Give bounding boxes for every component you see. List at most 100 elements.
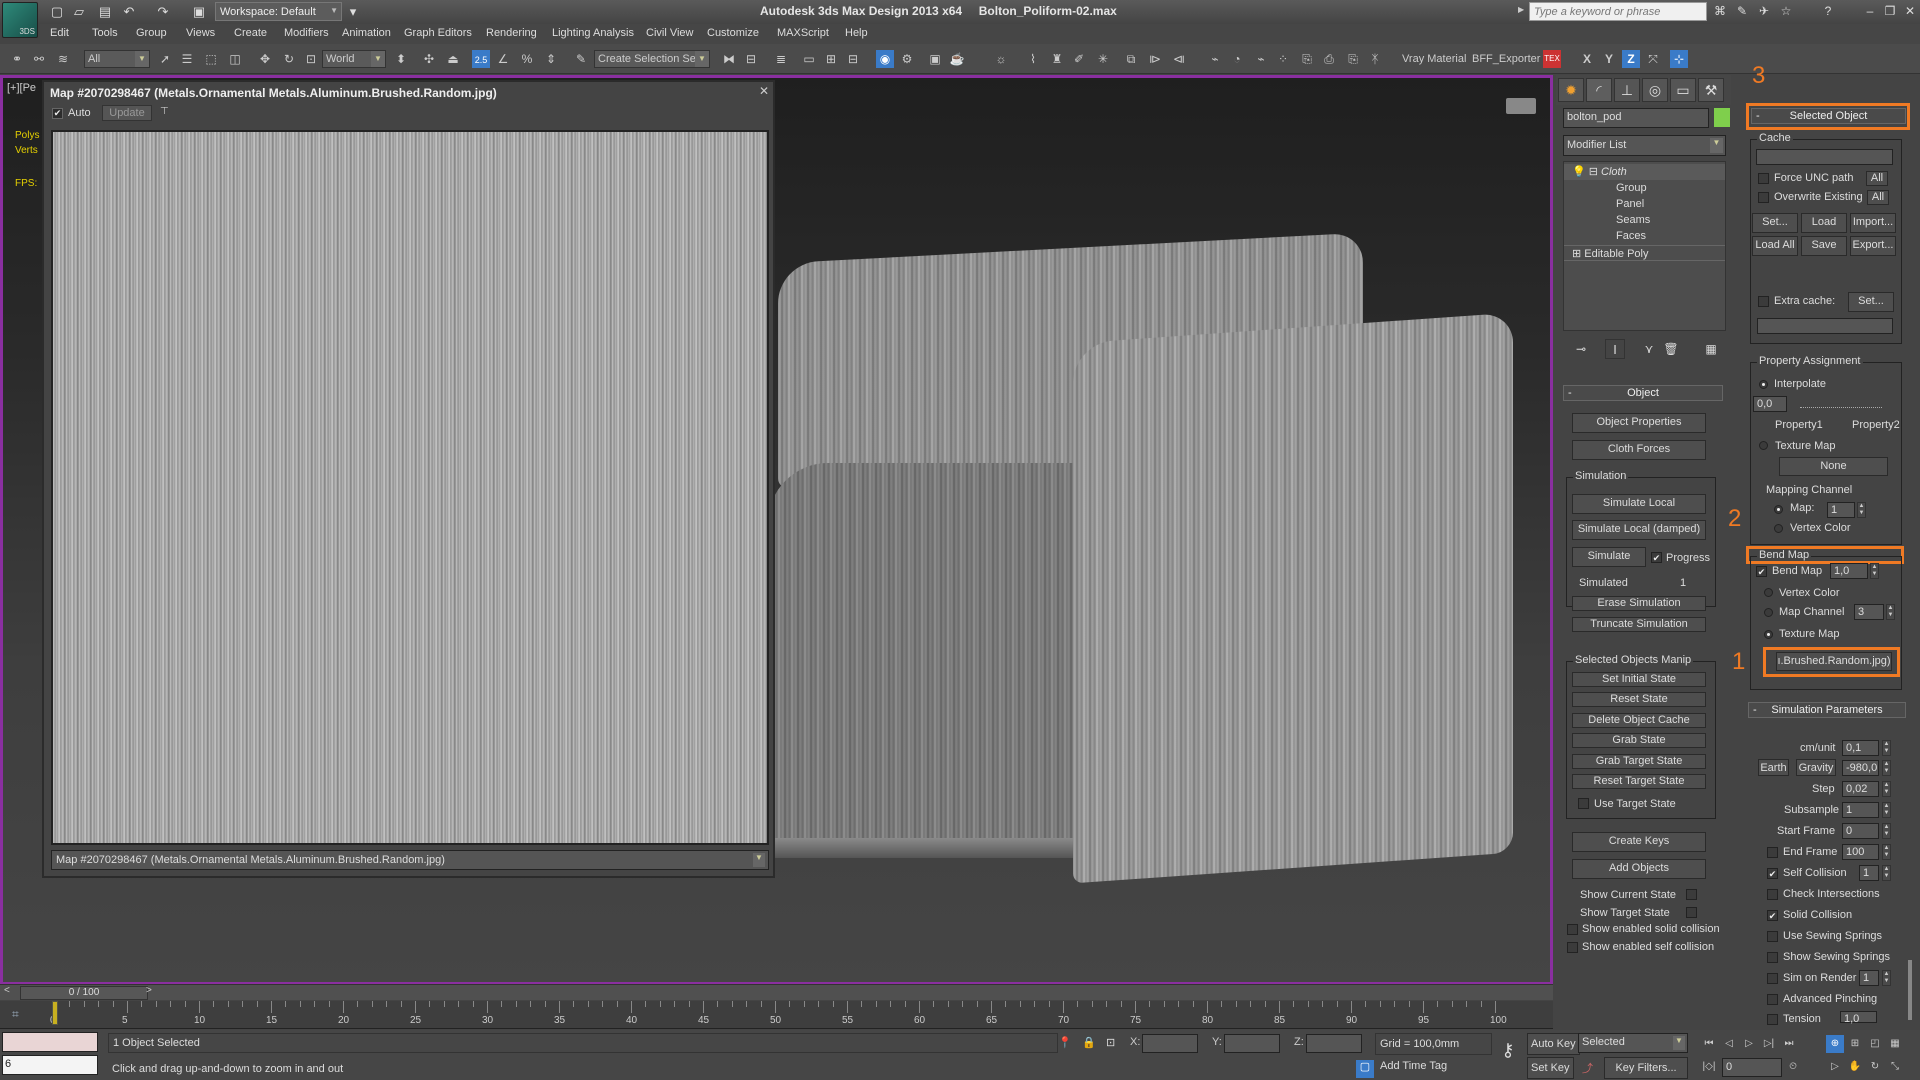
render-setup-icon[interactable]: ⚙: [898, 50, 916, 68]
use-target-state-checkbox[interactable]: [1578, 798, 1589, 809]
binoculars-icon[interactable]: ⌘: [1712, 3, 1728, 19]
maximize-viewport-icon[interactable]: ⤡: [1886, 1058, 1904, 1076]
show-end-result-icon[interactable]: Ⅰ: [1605, 339, 1625, 359]
texture-map-none-button[interactable]: None: [1779, 457, 1888, 476]
utilities-tab-icon[interactable]: ⚒: [1698, 78, 1724, 102]
end-frame-checkbox[interactable]: [1767, 847, 1778, 858]
extra-cache-path-field[interactable]: [1757, 318, 1893, 334]
overwrite-all-button[interactable]: All: [1867, 190, 1889, 205]
menu-create[interactable]: Create: [234, 27, 267, 39]
use-sewing-springs-checkbox[interactable]: [1767, 931, 1778, 942]
map-channel-spinner[interactable]: ▲ ▼: [1857, 502, 1866, 518]
object-name-field[interactable]: bolton_pod: [1563, 108, 1709, 128]
auto-checkbox[interactable]: ✔: [52, 108, 63, 119]
time-slider[interactable]: < 0 / 100 >: [0, 984, 1553, 1000]
set-key-mode-icon[interactable]: ⚷: [1493, 1040, 1523, 1070]
cache-load-all-button[interactable]: Load All: [1752, 236, 1798, 256]
next-frame-icon[interactable]: ⧏: [1170, 50, 1188, 68]
delete-object-cache-button[interactable]: Delete Object Cache: [1572, 713, 1706, 728]
cm-unit-field[interactable]: 0,1: [1842, 740, 1879, 756]
modifier-list-dropdown[interactable]: Modifier List ▼: [1563, 135, 1726, 156]
tension-checkbox[interactable]: [1767, 1014, 1778, 1025]
tex-icon[interactable]: TEX: [1543, 50, 1561, 68]
select-object-icon[interactable]: ➚: [156, 50, 174, 68]
stack-item-group[interactable]: Group: [1564, 180, 1725, 196]
schematic-view-icon[interactable]: ⊟: [844, 50, 862, 68]
coord-system-dropdown[interactable]: World ▼: [322, 50, 386, 68]
close-icon[interactable]: ✕: [759, 84, 769, 98]
viewcube[interactable]: [1506, 98, 1536, 114]
zoom-extents-all-icon[interactable]: ▦: [1886, 1035, 1904, 1053]
time-tag-icon[interactable]: ▢: [1356, 1060, 1374, 1078]
menu-help[interactable]: Help: [845, 27, 868, 39]
window-crossing-icon[interactable]: ◫: [226, 50, 244, 68]
help-icon[interactable]: ?: [1820, 3, 1836, 19]
auto-key-button[interactable]: Auto Key: [1527, 1033, 1580, 1055]
check-intersections-checkbox[interactable]: [1767, 889, 1778, 900]
play-icon[interactable]: ▷: [1740, 1035, 1758, 1053]
cache-export-button[interactable]: Export...: [1850, 236, 1896, 256]
menu-graph-editors[interactable]: Graph Editors: [404, 27, 472, 39]
bend-texture-map-button[interactable]: ı.Brushed.Random.jpg): [1776, 652, 1892, 671]
selection-lock-icon[interactable]: 🔒: [1082, 1036, 1096, 1049]
align-icon[interactable]: ⊟: [742, 50, 760, 68]
viewport-label[interactable]: [+][Pe: [7, 82, 36, 94]
move-icon[interactable]: ✥: [256, 50, 274, 68]
expand-icon[interactable]: ⊞: [1572, 248, 1581, 260]
start-frame-field[interactable]: 0: [1842, 823, 1879, 839]
make-unique-icon[interactable]: ⋎: [1639, 339, 1659, 359]
scale-icon[interactable]: ⊡: [302, 50, 320, 68]
communication-icon[interactable]: ✈: [1756, 3, 1772, 19]
angle-snap-icon[interactable]: ∠: [494, 50, 512, 68]
project-folder-icon[interactable]: ▣: [190, 3, 208, 21]
selected-object-rollout-header[interactable]: - Selected Object: [1751, 108, 1906, 124]
zoom-icon[interactable]: ⊕: [1826, 1035, 1844, 1053]
minimize-icon[interactable]: –: [1862, 3, 1878, 19]
stack-item-panel[interactable]: Panel: [1564, 196, 1725, 212]
texture-map-radio[interactable]: [1759, 441, 1768, 450]
cache-path-field[interactable]: [1756, 149, 1893, 165]
menu-rendering[interactable]: Rendering: [486, 27, 537, 39]
set-initial-state-button[interactable]: Set Initial State: [1572, 672, 1706, 687]
tension-field[interactable]: 1,0: [1840, 1011, 1877, 1025]
bend-map-channel-spinner[interactable]: ▲ ▼: [1886, 604, 1895, 620]
self-collision-checkbox[interactable]: ✔: [1767, 868, 1778, 879]
menu-lighting-analysis[interactable]: Lighting Analysis: [552, 27, 634, 39]
track-bar[interactable]: ⌗ 05101520253035404550556065707580859095…: [0, 1001, 1553, 1029]
play-frame-icon[interactable]: ⧐: [1146, 50, 1164, 68]
map-selector-dropdown[interactable]: Map #2070298467 (Metals.Ornamental Metal…: [51, 850, 769, 870]
map-preview-window[interactable]: Map #2070298467 (Metals.Ornamental Metal…: [42, 80, 775, 878]
menu-maxscript[interactable]: MAXScript: [777, 27, 829, 39]
percent-snap-icon[interactable]: %: [518, 50, 536, 68]
script-icon-2[interactable]: ⌁: [1252, 50, 1270, 68]
self-collision-field[interactable]: 1: [1859, 865, 1879, 881]
axis-z-button[interactable]: Z: [1622, 50, 1640, 68]
absolute-mode-icon[interactable]: ⊡: [1106, 1036, 1115, 1049]
search-input[interactable]: Type a keyword or phrase: [1529, 2, 1707, 21]
cloth-icon[interactable]: ♜: [1048, 50, 1066, 68]
axis-y-button[interactable]: Y: [1600, 50, 1618, 68]
panel-scrollbar[interactable]: [1908, 960, 1912, 1020]
interpolate-slider[interactable]: [1800, 398, 1882, 408]
grab-state-button[interactable]: Grab State: [1572, 733, 1706, 748]
reset-target-state-button[interactable]: Reset Target State: [1572, 774, 1706, 789]
add-objects-button[interactable]: Add Objects: [1572, 859, 1706, 879]
named-selection-dropdown[interactable]: Create Selection Se ▼: [594, 50, 710, 68]
menu-customize[interactable]: Customize: [707, 27, 759, 39]
collapse-icon[interactable]: ⊟: [1589, 166, 1598, 178]
keyboard-shortcut-icon[interactable]: ⏏: [444, 50, 462, 68]
pivot-center-icon[interactable]: ⬍: [392, 50, 410, 68]
unlink-icon[interactable]: ⚯: [30, 50, 48, 68]
current-frame-marker[interactable]: [52, 1001, 58, 1025]
show-target-state-checkbox[interactable]: [1686, 907, 1697, 918]
cm-unit-spinner[interactable]: ▲ ▼: [1882, 740, 1891, 756]
advanced-pinching-checkbox[interactable]: [1767, 994, 1778, 1005]
material-editor-icon[interactable]: ◉: [876, 50, 894, 68]
export-frame-icon[interactable]: ⧉: [1122, 50, 1140, 68]
lightbulb-icon[interactable]: 💡: [1572, 166, 1586, 178]
configure-modifier-sets-icon[interactable]: ▦: [1701, 339, 1721, 359]
default-in-out-tangent-icon[interactable]: ⤴: [1582, 1060, 1593, 1076]
map-channel-field[interactable]: 1: [1827, 502, 1855, 518]
show-self-collision-checkbox[interactable]: [1567, 942, 1578, 953]
interpolate-radio[interactable]: [1759, 380, 1768, 389]
